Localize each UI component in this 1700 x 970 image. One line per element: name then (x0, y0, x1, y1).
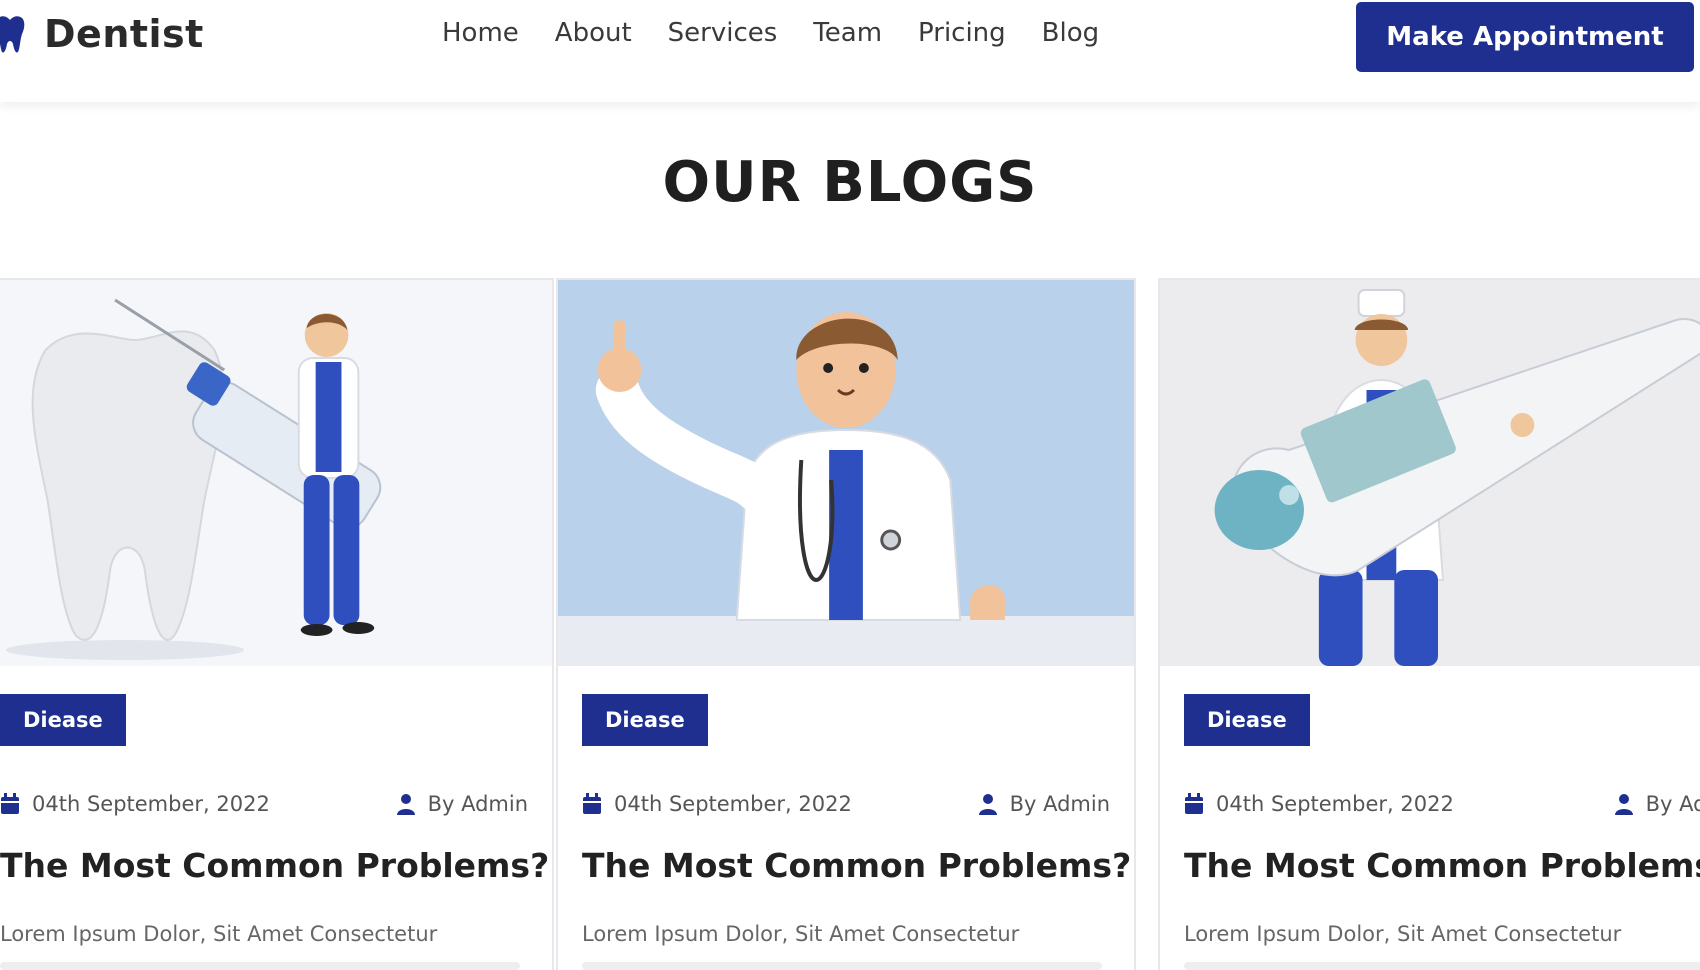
calendar-icon (1185, 793, 1203, 814)
calendar-icon (583, 793, 601, 814)
blog-card[interactable]: Diease 04th September, 2022 By Admin The… (556, 278, 1136, 970)
post-author-text: By Admin (1645, 792, 1700, 816)
make-appointment-button[interactable]: Make Appointment (1356, 2, 1694, 72)
nav-blog[interactable]: Blog (1042, 18, 1099, 48)
excerpt-second-line (0, 962, 520, 970)
post-excerpt: Lorem Ipsum Dolor, Sit Amet Consectetur (582, 922, 1020, 946)
blog-card[interactable]: Diease 04th September, 2022 By Admin The… (1158, 278, 1700, 970)
post-author: By Admin (978, 792, 1110, 816)
post-author-text: By Admin (1009, 792, 1110, 816)
post-date: 04th September, 2022 (0, 792, 270, 816)
category-tag[interactable]: Diease (582, 694, 708, 746)
excerpt-second-line (582, 962, 1102, 970)
post-date-text: 04th September, 2022 (32, 792, 270, 816)
post-date: 04th September, 2022 (1184, 792, 1454, 816)
blog-image-doctor-waving[interactable] (558, 280, 1134, 666)
user-icon (1614, 794, 1633, 815)
calendar-icon (1, 793, 19, 814)
user-icon (978, 794, 997, 815)
post-meta: 04th September, 2022 By Admin (0, 792, 528, 816)
post-title[interactable]: The Most Common Problems? (0, 846, 549, 885)
category-tag[interactable]: Diease (1184, 694, 1310, 746)
nav-about[interactable]: About (555, 18, 632, 48)
site-header: Dentist Home About Services Team Pricing… (0, 0, 1700, 102)
nav-home[interactable]: Home (442, 18, 519, 48)
post-author: By Admin (396, 792, 528, 816)
nav-pricing[interactable]: Pricing (918, 18, 1006, 48)
brand-logo[interactable]: Dentist (0, 12, 204, 56)
category-tag[interactable]: Diease (0, 694, 126, 746)
tooth-icon (0, 16, 25, 53)
nav-services[interactable]: Services (668, 18, 778, 48)
main-nav: Home About Services Team Pricing Blog (442, 18, 1099, 48)
post-title[interactable]: The Most Common Problems? (582, 846, 1131, 885)
post-title[interactable]: The Most Common Problems? (1184, 846, 1700, 885)
blog-image-doctor-thermometer[interactable] (1160, 280, 1700, 666)
nav-team[interactable]: Team (813, 18, 882, 48)
brand-name: Dentist (44, 12, 204, 56)
post-date-text: 04th September, 2022 (1216, 792, 1454, 816)
blog-card[interactable]: Diease 04th September, 2022 By Admin The… (0, 278, 554, 970)
blog-image-tooth-syringe[interactable] (0, 280, 552, 666)
page: Dentist Home About Services Team Pricing… (0, 0, 1700, 970)
post-meta: 04th September, 2022 By Admin (582, 792, 1110, 816)
excerpt-second-line (1184, 962, 1700, 970)
post-author: By Admin (1614, 792, 1700, 816)
user-icon (396, 794, 415, 815)
post-excerpt: Lorem Ipsum Dolor, Sit Amet Consectetur (0, 922, 438, 946)
section-title: OUR BLOGS (662, 150, 1038, 215)
post-date-text: 04th September, 2022 (614, 792, 852, 816)
post-meta: 04th September, 2022 By Admin (1184, 792, 1700, 816)
post-excerpt: Lorem Ipsum Dolor, Sit Amet Consectetur (1184, 922, 1622, 946)
post-date: 04th September, 2022 (582, 792, 852, 816)
post-author-text: By Admin (427, 792, 528, 816)
